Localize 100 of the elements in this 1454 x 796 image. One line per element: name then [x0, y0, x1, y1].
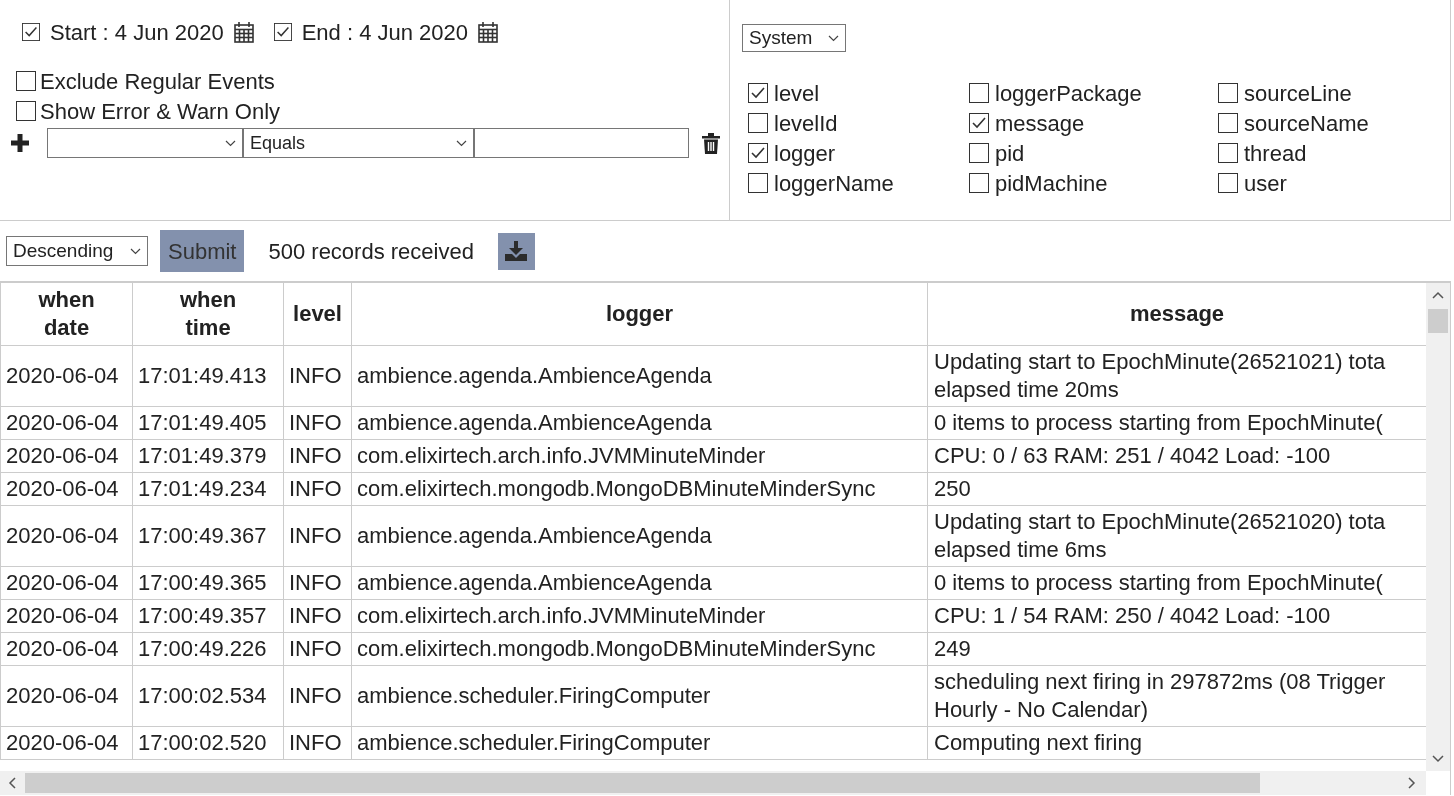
table-cell: INFO	[283, 566, 352, 599]
field-label: levelId	[774, 109, 838, 138]
download-icon	[505, 241, 528, 261]
column-header[interactable]: logger	[351, 283, 928, 345]
submit-button[interactable]: Submit	[160, 230, 245, 272]
chevron-down-icon	[456, 139, 467, 147]
table-cell: ambience.scheduler.FiringComputer	[351, 665, 928, 726]
field-select[interactable]	[47, 128, 243, 158]
column-header[interactable]: when time	[132, 283, 284, 345]
scroll-left-icon[interactable]	[8, 777, 16, 789]
table-cell: 2020-06-04	[0, 726, 133, 759]
field-label: loggerName	[774, 169, 894, 198]
field-label: logger	[774, 139, 836, 168]
scroll-down-icon[interactable]	[1432, 755, 1444, 763]
checkbox[interactable]	[16, 71, 36, 91]
table-cell: INFO	[283, 439, 352, 472]
field-label: sourceName	[1244, 109, 1369, 138]
checkbox[interactable]	[1218, 113, 1238, 133]
table-cell: 17:00:02.534	[132, 665, 284, 726]
checkbox[interactable]	[1218, 143, 1238, 163]
table-cell: 2020-06-04	[0, 632, 133, 665]
checkbox[interactable]	[969, 83, 989, 103]
table-cell: 2020-06-04	[0, 345, 133, 406]
table-cell: 2020-06-04	[0, 599, 133, 632]
option-label: Show Error & Warn Only	[40, 97, 281, 126]
field-label: pidMachine	[995, 169, 1108, 198]
table-cell: INFO	[283, 505, 352, 566]
field-label: sourceLine	[1244, 79, 1352, 108]
checkbox[interactable]	[1218, 83, 1238, 103]
checkbox[interactable]	[748, 143, 768, 163]
table-cell: INFO	[283, 665, 352, 726]
table-cell: com.elixirtech.mongodb.MongoDBMinuteMinderSync	[351, 632, 928, 665]
field-label: pid	[995, 139, 1025, 168]
table-cell: 2020-06-04	[0, 566, 133, 599]
checkbox[interactable]	[969, 113, 989, 133]
table-cell: INFO	[283, 599, 352, 632]
add-icon[interactable]	[10, 133, 30, 153]
record-count: 500 records received	[268, 237, 474, 266]
calendar-icon[interactable]	[233, 21, 254, 43]
checkbox[interactable]	[969, 173, 989, 193]
table-cell: INFO	[283, 406, 352, 439]
calendar-icon[interactable]	[478, 21, 499, 43]
table-cell: 17:00:49.365	[132, 566, 284, 599]
table-cell: INFO	[283, 472, 352, 505]
scroll-right-icon[interactable]	[1408, 777, 1416, 789]
horizontal-scrollbar[interactable]	[0, 771, 1426, 795]
checkbox[interactable]	[1218, 173, 1238, 193]
table-cell: ambience.agenda.AmbienceAgenda	[351, 566, 928, 599]
table-cell: com.elixirtech.arch.info.JVMMinuteMinder	[351, 439, 928, 472]
checkbox[interactable]	[273, 23, 292, 41]
chevron-down-icon	[828, 34, 839, 42]
checkbox[interactable]	[16, 101, 36, 121]
table-cell: 2020-06-04	[0, 472, 133, 505]
field-label: message	[995, 109, 1085, 138]
checkbox[interactable]	[969, 143, 989, 163]
column-header[interactable]: level	[283, 283, 352, 345]
table-cell: 2020-06-04	[0, 505, 133, 566]
checkbox[interactable]	[748, 83, 768, 103]
table-cell: ambience.agenda.AmbienceAgenda	[351, 345, 928, 406]
table-cell: 17:01:49.413	[132, 345, 284, 406]
table-cell: com.elixirtech.mongodb.MongoDBMinuteMinderSync	[351, 472, 928, 505]
chevron-down-icon	[225, 139, 236, 147]
table-cell: ambience.agenda.AmbienceAgenda	[351, 406, 928, 439]
field-label: thread	[1244, 139, 1307, 168]
download-button[interactable]	[497, 232, 535, 270]
vertical-scrollbar[interactable]	[1426, 283, 1450, 771]
table-cell: 2020-06-04	[0, 406, 133, 439]
trash-icon[interactable]	[702, 132, 720, 154]
operator-select[interactable]: Equals	[243, 128, 474, 158]
table-cell: 17:00:49.367	[132, 505, 284, 566]
table-cell: 2020-06-04	[0, 665, 133, 726]
category-select[interactable]: System	[742, 24, 846, 52]
table-cell: 17:01:49.234	[132, 472, 284, 505]
date-label: Start : 4 Jun 2020	[50, 18, 224, 47]
field-label: user	[1244, 169, 1287, 198]
table-cell: INFO	[283, 345, 352, 406]
table-cell: com.elixirtech.arch.info.JVMMinuteMinder	[351, 599, 928, 632]
table-cell: ambience.scheduler.FiringComputer	[351, 726, 928, 759]
sort-select[interactable]: Descending	[6, 236, 148, 266]
checkbox[interactable]	[22, 23, 40, 41]
value-field[interactable]	[474, 128, 689, 158]
table-cell: 17:00:02.520	[132, 726, 284, 759]
table-cell: INFO	[283, 632, 352, 665]
table-cell: INFO	[283, 726, 352, 759]
date-label: End : 4 Jun 2020	[301, 18, 469, 47]
table-cell: 2020-06-04	[0, 439, 133, 472]
checkbox[interactable]	[748, 113, 768, 133]
table-cell: 17:00:49.357	[132, 599, 284, 632]
chevron-down-icon	[130, 247, 141, 255]
table-cell: 17:01:49.379	[132, 439, 284, 472]
table-cell: 17:00:49.226	[132, 632, 284, 665]
column-header[interactable]: when date	[0, 283, 133, 345]
scrollbar-thumb[interactable]	[25, 773, 1260, 793]
field-label: level	[774, 79, 820, 108]
scroll-up-icon[interactable]	[1432, 291, 1444, 299]
option-label: Exclude Regular Events	[40, 67, 275, 96]
scrollbar-thumb[interactable]	[1428, 309, 1448, 333]
table-cell: ambience.agenda.AmbienceAgenda	[351, 505, 928, 566]
checkbox[interactable]	[748, 173, 768, 193]
table-cell: 17:01:49.405	[132, 406, 284, 439]
